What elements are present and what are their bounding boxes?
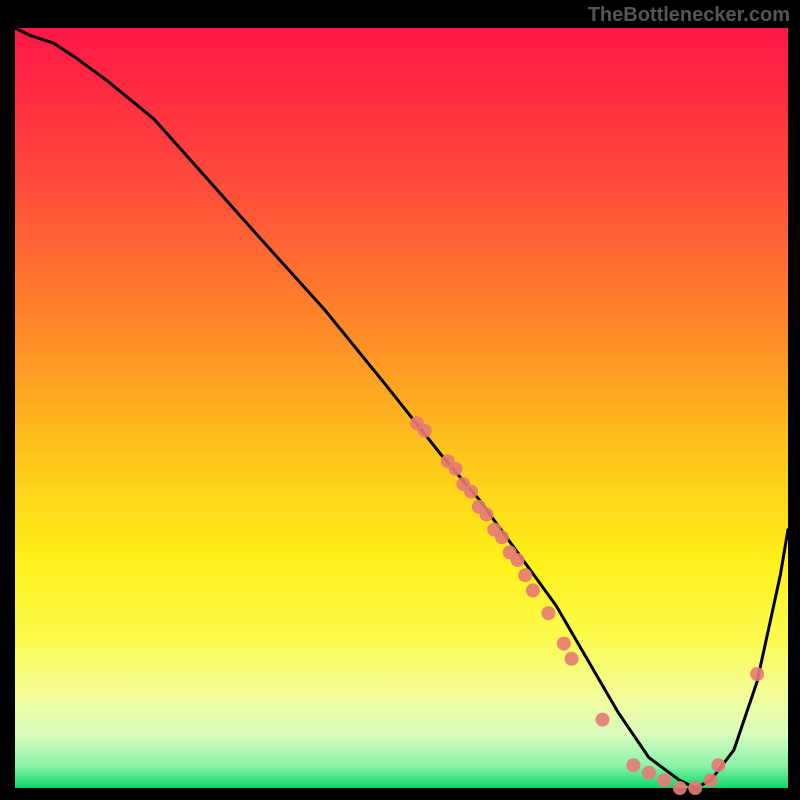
data-point (526, 583, 540, 597)
data-point (711, 758, 725, 772)
data-point (565, 652, 579, 666)
plot-background (15, 28, 788, 788)
data-point (704, 773, 718, 787)
data-point (750, 667, 764, 681)
data-point (518, 568, 532, 582)
data-point (657, 773, 671, 787)
data-point (495, 530, 509, 544)
data-point (541, 606, 555, 620)
bottleneck-chart (0, 0, 800, 800)
data-point (557, 637, 571, 651)
data-point (449, 462, 463, 476)
data-point (511, 553, 525, 567)
watermark-text: TheBottlenecker.com (588, 4, 790, 27)
data-point (642, 766, 656, 780)
data-point (464, 485, 478, 499)
data-point (480, 507, 494, 521)
data-point (688, 781, 702, 795)
data-point (418, 424, 432, 438)
data-point (626, 758, 640, 772)
data-point (596, 713, 610, 727)
data-point (673, 781, 687, 795)
chart-container: TheBottlenecker.com (0, 0, 800, 800)
